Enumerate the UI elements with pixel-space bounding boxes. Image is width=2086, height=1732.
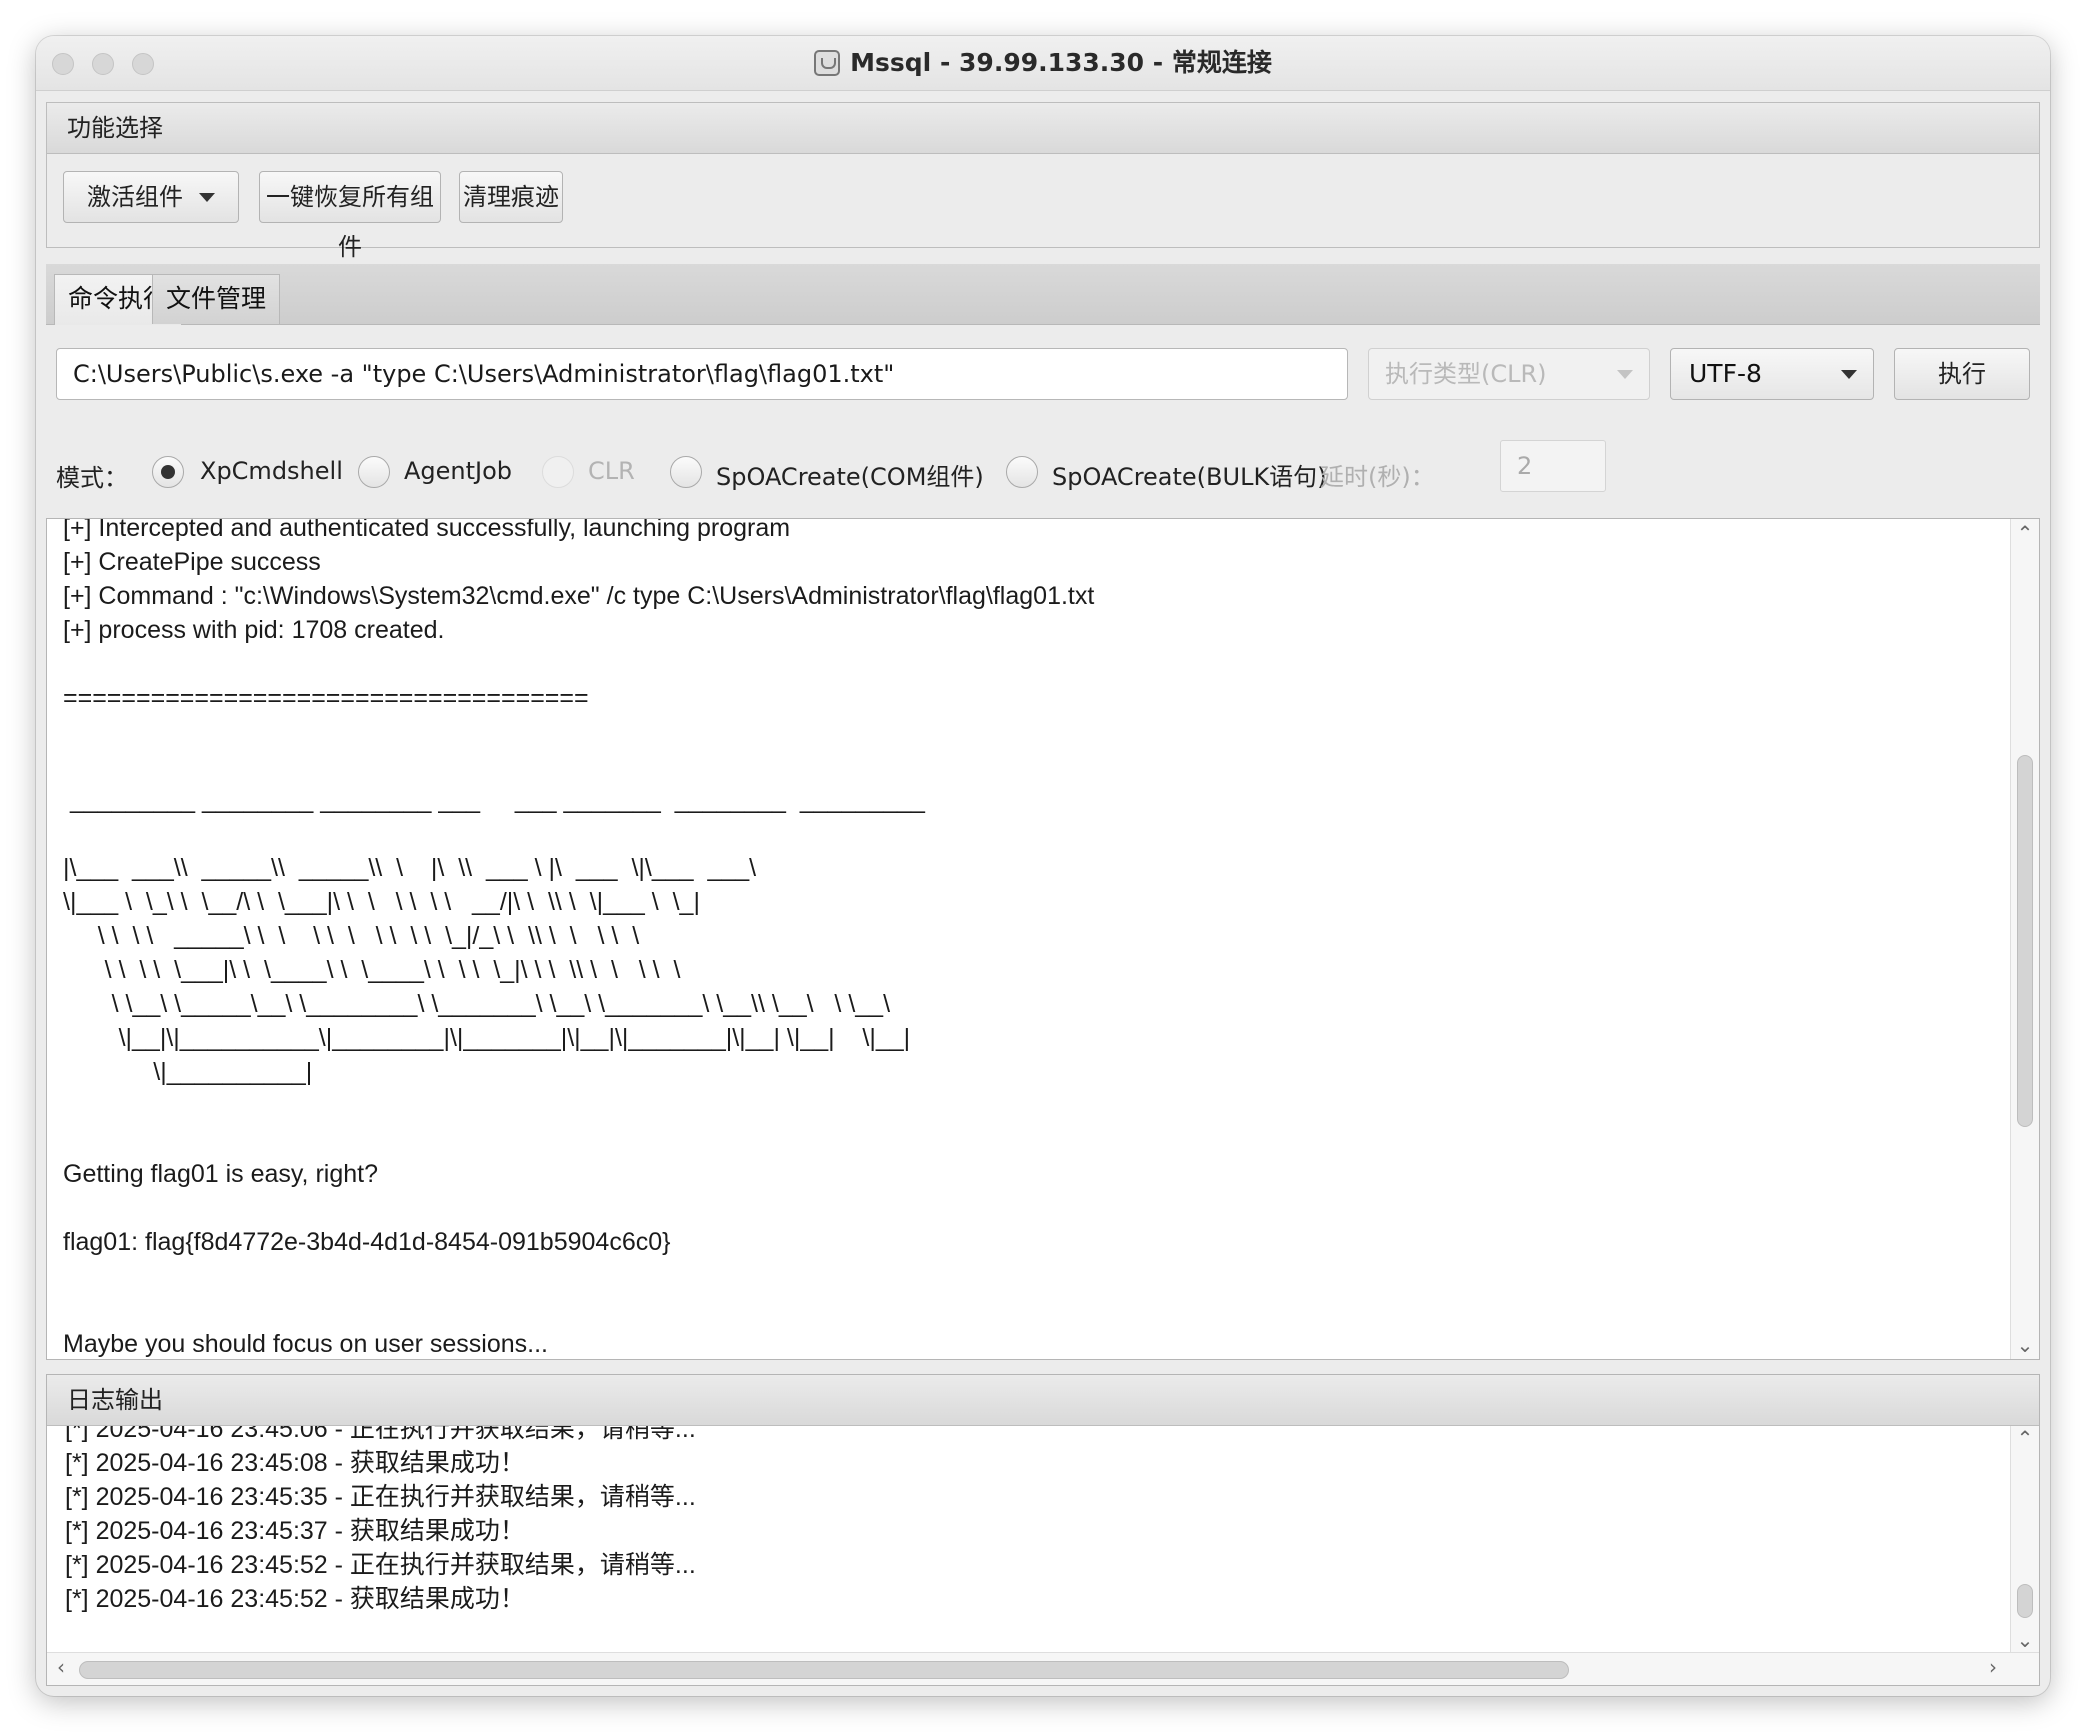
radio-xpcmdshell-label[interactable]: XpCmdshell	[200, 457, 343, 485]
radio-spoacreate-bulk-label[interactable]: SpOACreate(BULK语句)	[1052, 457, 1327, 492]
title-bar[interactable]: Mssql - 39.99.133.30 - 常规连接	[36, 36, 2050, 91]
chevron-down-icon	[1841, 370, 1857, 379]
function-select-header: 功能选择	[47, 103, 2039, 154]
exec-type-select: 执行类型(CLR)	[1368, 348, 1650, 400]
scroll-down-icon[interactable]: ⌄	[2011, 1333, 2039, 1357]
tab-bar: 命令执行 文件管理	[46, 264, 2040, 325]
clean-traces-button[interactable]: 清理痕迹	[459, 171, 563, 223]
mode-label: 模式：	[56, 464, 128, 492]
log-horizontal-scroll-thumb[interactable]	[79, 1661, 1569, 1679]
restore-all-components-button[interactable]: 一键恢复所有组件	[259, 171, 441, 261]
log-scroll-thumb[interactable]	[2017, 1584, 2033, 1618]
scroll-down-icon[interactable]: ⌄	[2011, 1628, 2039, 1652]
activate-component-dropdown[interactable]: 激活组件	[63, 171, 239, 223]
command-output-area[interactable]: [+] Intercepted and authenticated succes…	[46, 518, 2040, 1360]
main-window: Mssql - 39.99.133.30 - 常规连接 功能选择 激活组件 一键…	[36, 36, 2050, 1696]
encoding-select[interactable]: UTF-8	[1670, 348, 1874, 400]
app-icon	[814, 50, 841, 76]
log-output-text[interactable]: [*] 2025-04-16 23:45:06 - 正在执行并获取结果，请稍等.…	[65, 1426, 696, 1616]
output-scroll-thumb[interactable]	[2017, 755, 2033, 1127]
scroll-left-icon[interactable]: ‹	[47, 1655, 75, 1679]
chevron-down-icon	[1617, 370, 1633, 379]
log-horizontal-scrollbar[interactable]: ‹ ›	[47, 1652, 2039, 1685]
execute-button[interactable]: 执行	[1894, 348, 2030, 400]
command-input[interactable]: C:\Users\Public\s.exe -a "type C:\Users\…	[56, 348, 1348, 400]
log-output-panel: 日志输出 [*] 2025-04-16 23:45:06 - 正在执行并获取结果…	[46, 1374, 2040, 1686]
chevron-down-icon	[199, 193, 215, 202]
exec-type-placeholder: 执行类型(CLR)	[1385, 360, 1547, 388]
command-output-text[interactable]: [+] Intercepted and authenticated succes…	[63, 519, 2013, 1359]
radio-spoacreate-com[interactable]	[670, 456, 702, 488]
log-output-header: 日志输出	[47, 1375, 2039, 1426]
function-select-panel: 功能选择 激活组件 一键恢复所有组件 清理痕迹	[46, 102, 2040, 261]
log-vertical-scrollbar[interactable]: ⌃ ⌄	[2010, 1426, 2039, 1652]
radio-agentjob[interactable]	[358, 456, 390, 488]
log-output-area[interactable]: [*] 2025-04-16 23:45:06 - 正在执行并获取结果，请稍等.…	[47, 1426, 2039, 1652]
window-title: Mssql - 39.99.133.30 - 常规连接	[850, 48, 1272, 77]
output-vertical-scrollbar[interactable]: ⌃ ⌄	[2010, 519, 2039, 1359]
window-title-container: Mssql - 39.99.133.30 - 常规连接	[36, 36, 2050, 90]
tab-file-management[interactable]: 文件管理	[152, 274, 281, 324]
delay-input: 2	[1500, 440, 1606, 492]
delay-label: 延时(秒)：	[1320, 463, 1435, 491]
scroll-right-icon[interactable]: ›	[1979, 1655, 2007, 1679]
radio-xpcmdshell[interactable]	[152, 456, 184, 488]
radio-clr	[542, 456, 574, 488]
scroll-up-icon[interactable]: ⌃	[2011, 521, 2039, 545]
scroll-up-icon[interactable]: ⌃	[2011, 1426, 2039, 1450]
radio-spoacreate-bulk[interactable]	[1006, 456, 1038, 488]
encoding-value: UTF-8	[1689, 359, 1762, 388]
activate-component-label: 激活组件	[87, 183, 183, 211]
radio-spoacreate-com-label[interactable]: SpOACreate(COM组件)	[716, 457, 984, 492]
mode-row: 模式： XpCmdshell AgentJob CLR SpOACreate(C…	[56, 440, 2036, 502]
radio-agentjob-label[interactable]: AgentJob	[404, 457, 512, 485]
radio-clr-label: CLR	[588, 457, 635, 485]
